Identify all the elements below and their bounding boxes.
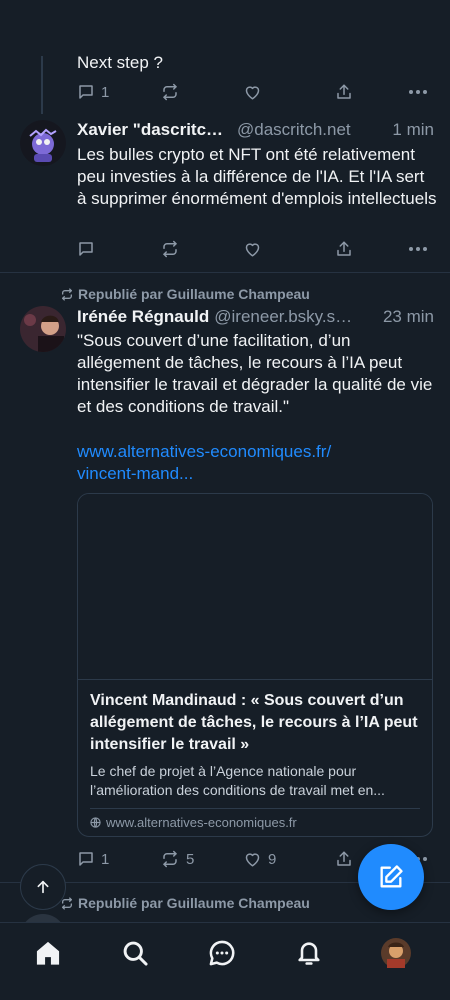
link-card-image (78, 494, 432, 680)
share-icon (337, 241, 351, 256)
post-actions (77, 237, 433, 261)
repost-icon (163, 240, 177, 258)
reply-count: 1 (101, 850, 110, 868)
chat-icon (209, 940, 235, 966)
more-icon (409, 90, 427, 94)
repost-label: Republié par Guillaume Champeau (78, 895, 310, 911)
share-icon (337, 851, 351, 866)
nav-notifications[interactable] (293, 937, 325, 969)
avatar[interactable] (20, 914, 66, 922)
heart-icon (245, 243, 260, 257)
post-time: 1 min (392, 120, 434, 139)
repost-icon (163, 83, 177, 101)
post-text: Les bulles crypto et NFT ont été relativ… (77, 145, 437, 208)
nav-home[interactable] (32, 937, 64, 969)
like-button[interactable] (243, 240, 268, 258)
author-name[interactable]: Xavier "dascritch" Cazin (77, 120, 232, 140)
scroll-to-top-button[interactable] (20, 864, 66, 910)
like-button[interactable] (243, 83, 268, 101)
reply-icon (79, 852, 93, 866)
post-text: Next step ? (77, 53, 163, 72)
heart-icon (245, 853, 260, 867)
heart-icon (245, 86, 260, 100)
thread-line (41, 56, 43, 114)
post-link-line: www.alternatives-economiques.fr/ (77, 442, 332, 461)
post-header: Irénée Régnauld @ireneer.bsky.social 23 … (77, 307, 434, 327)
avatar[interactable] (20, 120, 66, 166)
link-card[interactable]: Vincent Mandinaud : « Sous couvert d’un … (77, 493, 433, 837)
reply-button[interactable] (77, 240, 101, 258)
link-card-title: Vincent Mandinaud : « Sous couvert d’un … (90, 692, 418, 753)
compose-icon (380, 865, 403, 888)
post-time: 23 min (382, 307, 434, 326)
arrow-up-icon (37, 880, 49, 894)
share-button[interactable] (335, 83, 353, 101)
repost-button[interactable]: 5 (160, 850, 194, 868)
link-card-description: Le chef de projet à l’Agence nationale p… (90, 763, 385, 798)
like-count: 9 (268, 850, 277, 868)
repost-count: 5 (186, 850, 195, 868)
author-handle[interactable]: @ireneer.bsky.social (214, 307, 356, 327)
reply-icon (79, 85, 93, 99)
link-card-domain: www.alternatives-economiques.fr (78, 809, 432, 830)
post-link-line: vincent-mand... (77, 464, 194, 483)
divider (0, 272, 450, 273)
post-link[interactable]: www.alternatives-economiques.fr/ vincent… (77, 441, 331, 485)
bottom-nav (0, 922, 450, 1000)
author-name[interactable]: Irénée Régnauld (77, 307, 209, 327)
more-icon (409, 247, 427, 251)
reply-button[interactable]: 1 (77, 83, 109, 101)
home-icon (36, 941, 60, 965)
share-button[interactable] (335, 240, 353, 258)
link-card-domain-text: www.alternatives-economiques.fr (106, 815, 297, 830)
avatar (381, 938, 411, 968)
reply-icon (79, 242, 93, 256)
like-button[interactable]: 9 (243, 850, 276, 868)
post-actions: 1 (77, 80, 433, 104)
repost-button[interactable] (160, 240, 186, 258)
feed: Next step ? 1 Xavier "dascritch" @dascri… (0, 0, 450, 922)
post-header: Xavier "dascritch" Cazin @dascritch.net … (77, 120, 434, 140)
share-button[interactable] (335, 850, 353, 868)
repost-icon (163, 850, 177, 868)
repost-label: Republié par Guillaume Champeau (78, 286, 310, 302)
nav-search[interactable] (119, 937, 151, 969)
repost-indicator[interactable]: Republié par Guillaume Champeau (60, 286, 310, 302)
search-icon (123, 941, 148, 966)
bell-icon (298, 942, 320, 965)
repost-button[interactable] (160, 83, 186, 101)
nav-chat[interactable] (206, 937, 238, 969)
repost-icon (61, 287, 73, 301)
avatar[interactable] (20, 306, 66, 352)
globe-icon (90, 817, 101, 828)
share-icon (337, 84, 351, 99)
post-text: "Sous couvert d’une facilitation, d’un a… (77, 331, 433, 416)
reply-button[interactable]: 1 (77, 850, 109, 868)
nav-profile[interactable] (380, 937, 412, 969)
repost-indicator[interactable]: Republié par Guillaume Champeau (60, 895, 310, 911)
reply-count: 1 (101, 83, 110, 101)
compose-button[interactable] (358, 844, 424, 910)
author-handle[interactable]: @dascritch.net (237, 120, 351, 140)
more-button[interactable] (408, 89, 428, 95)
more-button[interactable] (408, 246, 428, 252)
